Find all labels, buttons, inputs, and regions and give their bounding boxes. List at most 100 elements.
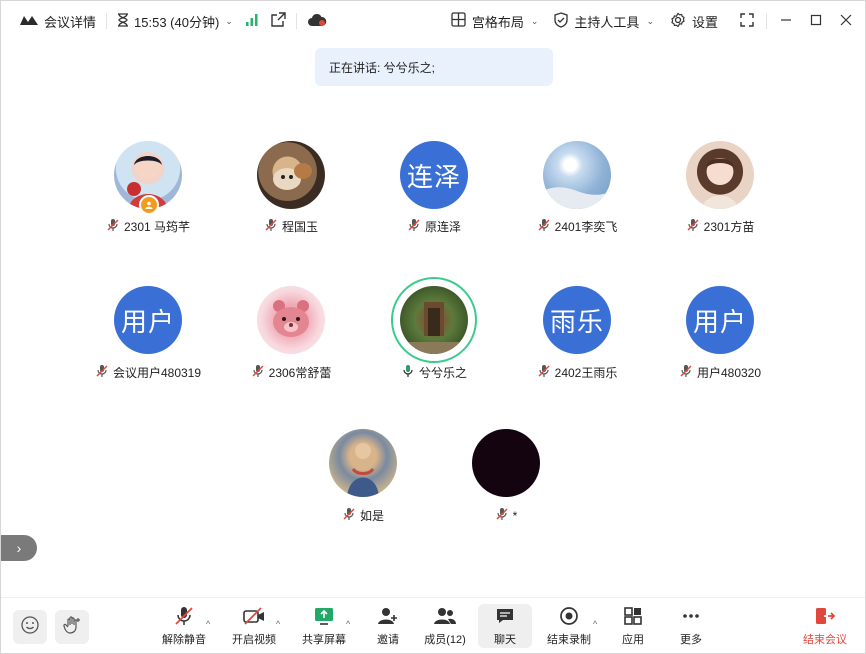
members-label: 成员(12) — [424, 634, 466, 646]
share-screen-button[interactable]: 共享屏幕 — [301, 598, 347, 654]
shield-check-icon — [554, 11, 569, 31]
grid-layout-label: 宫格布局 — [471, 14, 524, 30]
avatar: 雨乐 — [543, 286, 611, 354]
participant-tile-speaking[interactable]: 兮兮乐之 — [364, 277, 504, 381]
mic-muted-icon — [537, 218, 551, 235]
host-tools-button[interactable]: 主持人工具 ⌄ — [546, 1, 662, 41]
participant-tile[interactable]: 2301 马筠芊 — [78, 141, 218, 235]
participant-name-row: 程国玉 — [264, 218, 318, 235]
mic-muted-icon — [495, 507, 509, 524]
close-icon — [840, 14, 852, 29]
participant-tile[interactable]: 2306常舒蕾 — [221, 277, 361, 381]
grid-layout-button[interactable]: 宫格布局 ⌄ — [443, 1, 547, 41]
participant-name-row: 2402王雨乐 — [537, 364, 617, 381]
hourglass-icon — [117, 12, 129, 30]
fullscreen-button[interactable] — [732, 1, 762, 41]
audio-options-caret-icon[interactable]: ^ — [206, 619, 210, 629]
apps-label: 应用 — [622, 634, 644, 646]
signal-indicator[interactable] — [239, 1, 265, 41]
signal-strength-icon — [245, 13, 259, 30]
more-button[interactable]: 更多 — [676, 598, 706, 654]
participant-tile[interactable]: 2301方苗 — [650, 141, 790, 235]
participant-name-row: 用户480320 — [679, 364, 761, 381]
avatar-frame: 用户 — [105, 277, 191, 363]
host-tools-label: 主持人工具 — [574, 14, 640, 30]
avatar-frame: 雨乐 — [534, 277, 620, 363]
popout-button[interactable] — [265, 1, 292, 41]
participant-name: * — [512, 508, 518, 523]
avatar — [329, 429, 397, 497]
smiley-icon — [20, 615, 40, 640]
avatar — [472, 429, 540, 497]
apps-grid-icon — [623, 605, 643, 627]
video-options-caret-icon[interactable]: ^ — [276, 619, 280, 629]
participant-name: 会议用户480319 — [112, 366, 202, 380]
end-meeting-button[interactable]: 结束会议 — [801, 598, 849, 654]
avatar — [543, 141, 611, 209]
apps-button[interactable]: 应用 — [618, 598, 648, 654]
expand-panel-button[interactable]: › — [1, 535, 37, 561]
mic-muted-icon — [537, 364, 551, 381]
mic-active-icon — [401, 364, 415, 381]
active-speaker-banner: 正在讲话: 兮兮乐之; — [315, 48, 553, 86]
chevron-down-icon: ⌄ — [225, 15, 233, 26]
meeting-details-button[interactable]: 会议详情 — [13, 1, 102, 41]
reactions-button[interactable] — [13, 610, 47, 644]
title-bar: 会议详情 15:53 (40分钟) ⌄ 宫格布局 ⌄ 主持人工具 ⌄ 设置 — [1, 1, 865, 41]
end-recording-button[interactable]: 结束录制 — [546, 598, 592, 654]
participant-name-row: 如是 — [342, 507, 384, 524]
meeting-duration[interactable]: 15:53 (40分钟) ⌄ — [111, 1, 239, 41]
maximize-button[interactable] — [801, 1, 831, 41]
grid-icon — [451, 12, 466, 30]
invite-label: 邀请 — [377, 634, 399, 646]
close-button[interactable] — [831, 1, 861, 41]
share-options-caret-icon[interactable]: ^ — [346, 619, 350, 629]
raise-hand-button[interactable] — [55, 610, 89, 644]
more-dots-icon — [681, 605, 701, 627]
fullscreen-icon — [740, 12, 754, 30]
unmute-button[interactable]: 解除静音 — [161, 598, 207, 654]
invite-button[interactable]: 邀请 — [371, 598, 405, 654]
chat-button[interactable]: 聊天 — [478, 604, 532, 648]
divider — [295, 13, 297, 29]
more-label: 更多 — [680, 634, 702, 646]
avatar — [686, 141, 754, 209]
minimize-button[interactable] — [771, 1, 801, 41]
participant-tile[interactable]: 连泽 原连泽 — [364, 141, 504, 235]
host-badge — [139, 195, 159, 215]
mic-muted-icon — [251, 364, 265, 381]
cloud-status[interactable] — [301, 1, 333, 41]
participant-tile[interactable]: * — [436, 420, 576, 524]
participant-name: 用户480320 — [696, 366, 762, 380]
participant-name-row: 会议用户480319 — [95, 364, 201, 381]
settings-button[interactable]: 设置 — [662, 1, 726, 41]
start-video-button[interactable]: 开启视频 — [231, 598, 277, 654]
share-screen-icon — [313, 605, 335, 627]
participant-tile[interactable]: 2401李奕飞 — [507, 141, 647, 235]
members-button[interactable]: 成员(12) — [421, 598, 469, 654]
chevron-down-icon: ⌄ — [530, 15, 539, 26]
mic-muted-icon — [106, 218, 120, 235]
mic-muted-icon — [679, 364, 693, 381]
participant-name: 如是 — [359, 509, 384, 523]
maximize-icon — [810, 14, 822, 29]
participant-tile[interactable]: 程国玉 — [221, 141, 361, 235]
avatar: 用户 — [114, 286, 182, 354]
participant-tile[interactable]: 用户 会议用户480319 — [78, 277, 218, 381]
avatar-frame — [391, 277, 477, 363]
add-user-icon — [377, 605, 399, 627]
participant-tile[interactable]: 雨乐 2402王雨乐 — [507, 277, 647, 381]
gear-icon — [670, 12, 686, 31]
mic-muted-icon — [173, 605, 195, 627]
participant-name-row: 兮兮乐之 — [401, 364, 467, 381]
participant-tile[interactable]: 用户 用户480320 — [650, 277, 790, 381]
participant-name: 2301 马筠芊 — [123, 220, 191, 234]
recording-options-caret-icon[interactable]: ^ — [593, 619, 597, 629]
participant-name-row: 2401李奕飞 — [537, 218, 617, 235]
participant-tile[interactable]: 如是 — [293, 420, 433, 524]
divider — [766, 13, 767, 29]
avatar-frame — [463, 420, 549, 506]
participant-name-row: 2306常舒蕾 — [251, 364, 331, 381]
external-link-icon — [271, 12, 286, 30]
mic-muted-icon — [342, 507, 356, 524]
